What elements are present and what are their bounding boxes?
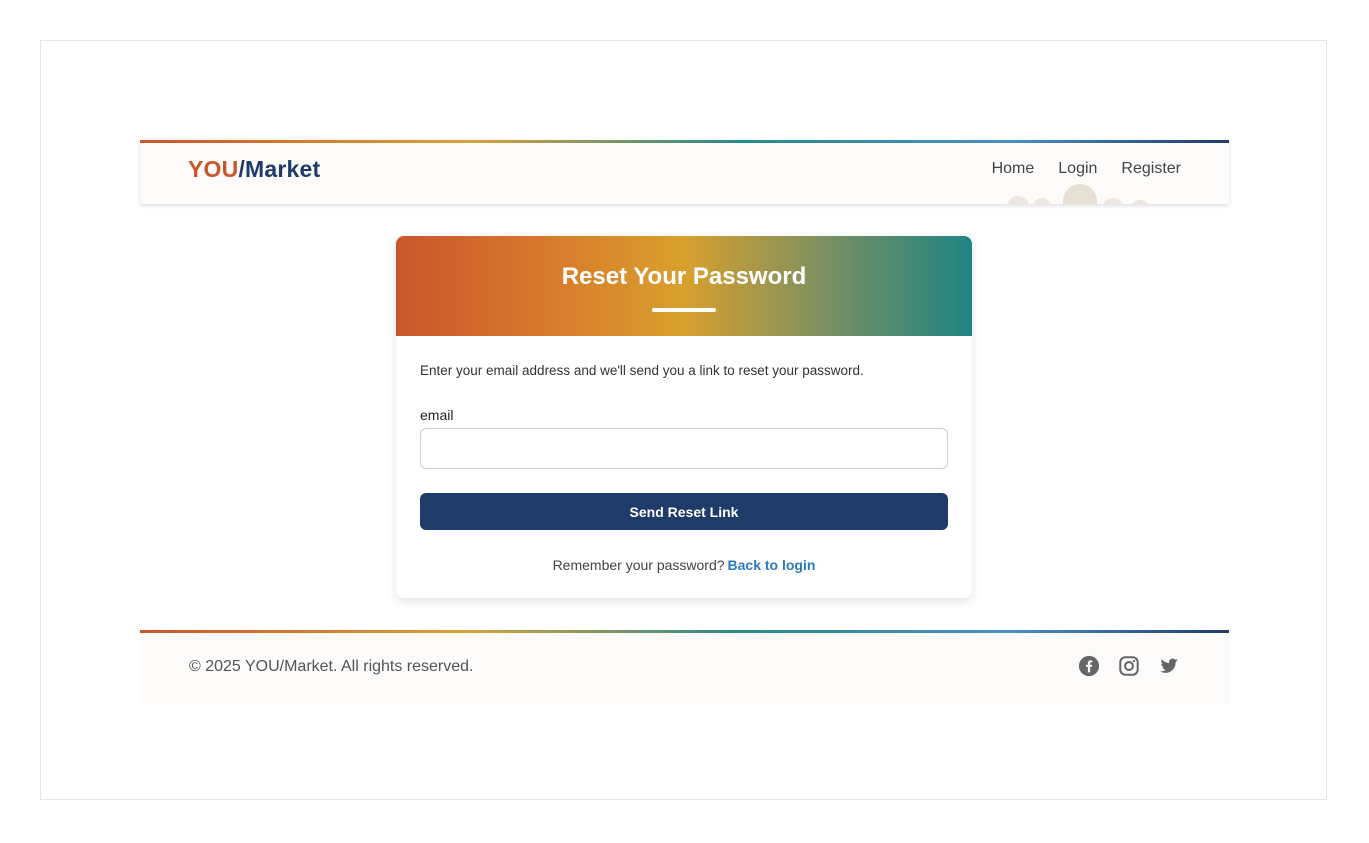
back-to-login-link[interactable]: Back to login <box>728 557 816 573</box>
remember-password-row: Remember your password? Back to login <box>396 557 972 573</box>
instagram-icon[interactable] <box>1118 655 1140 677</box>
email-field[interactable] <box>420 428 948 469</box>
nav-register-link[interactable]: Register <box>1121 160 1181 178</box>
twitter-icon[interactable] <box>1158 655 1180 677</box>
logo-you: YOU <box>188 156 239 182</box>
facebook-icon[interactable] <box>1078 655 1100 677</box>
site-logo[interactable]: YOU/Market <box>188 156 320 183</box>
card-title: Reset Your Password <box>561 263 807 290</box>
card-header: Reset Your Password <box>396 236 972 336</box>
nav-home-link[interactable]: Home <box>992 160 1035 178</box>
send-reset-link-button[interactable]: Send Reset Link <box>420 493 948 530</box>
site-footer: © 2025 YOU/Market. All rights reserved. <box>140 630 1229 704</box>
main-nav: Home Login Register <box>992 160 1181 178</box>
logo-market: /Market <box>238 156 321 182</box>
reset-password-card: Reset Your Password Enter your email add… <box>396 236 972 598</box>
footer-gradient-stripe <box>140 630 1229 633</box>
copyright-text: © 2025 YOU/Market. All rights reserved. <box>189 658 474 675</box>
intro-text: Enter your email address and we'll send … <box>420 363 864 378</box>
email-label: email <box>420 407 454 423</box>
nav-decoration <box>999 182 1169 204</box>
header-gradient-stripe <box>140 140 1229 143</box>
remember-text: Remember your password? <box>552 557 725 573</box>
nav-login-link[interactable]: Login <box>1058 160 1097 178</box>
title-underline <box>652 308 716 312</box>
site-header: YOU/Market Home Login Register <box>140 140 1229 204</box>
social-links <box>1078 655 1180 677</box>
